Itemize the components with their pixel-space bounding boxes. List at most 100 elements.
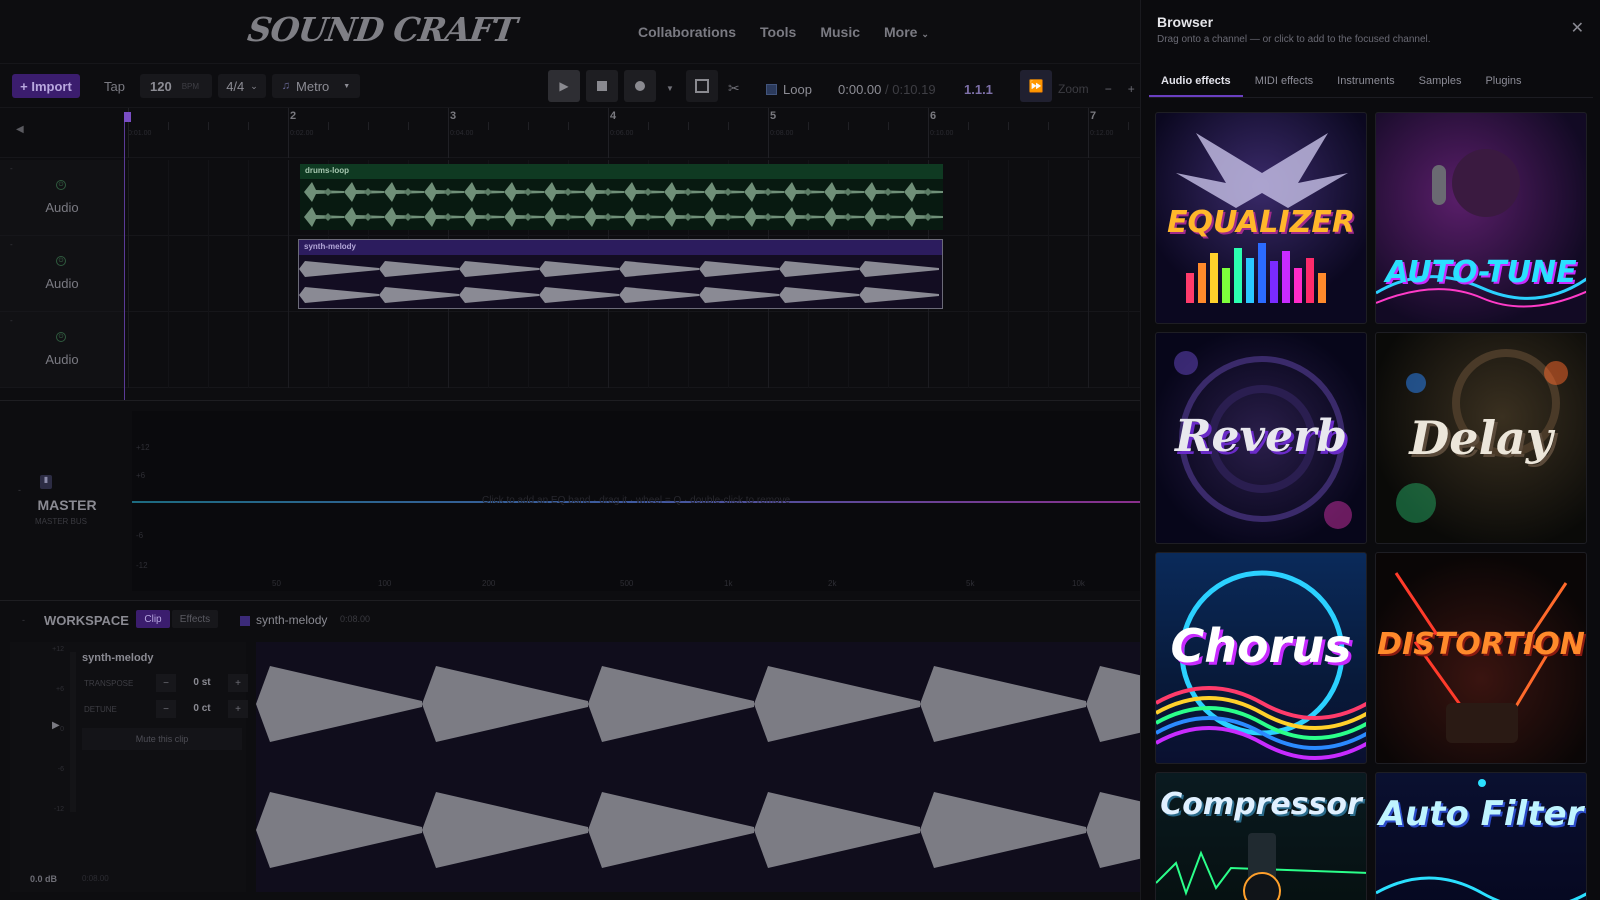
- detune-plus-button[interactable]: +: [228, 700, 248, 718]
- ruler-tick: [608, 108, 609, 158]
- import-button[interactable]: + Import: [12, 74, 80, 98]
- track-lane[interactable]: [124, 312, 1140, 388]
- clip-waveform-editor[interactable]: [256, 642, 1140, 892]
- lane-grid-line: [248, 160, 249, 388]
- volume-readout: 0.0 dB: [30, 874, 58, 884]
- clip-synth-melody[interactable]: synth-melody: [298, 239, 943, 309]
- time-signature-select[interactable]: 4/4 ⌄: [218, 74, 266, 98]
- ruler-tick: [568, 122, 569, 130]
- scissors-icon[interactable]: ✂: [728, 80, 740, 97]
- eq-graph[interactable]: +12 +6 -6 -12 50 100 200 500 1k 2k 5k 10…: [132, 411, 1140, 591]
- effect-card-chorus[interactable]: Chorus: [1155, 552, 1367, 764]
- waveform-shape: [364, 213, 372, 221]
- metronome-toggle[interactable]: ♫ Metro ▼: [272, 74, 360, 98]
- power-icon[interactable]: ⏻: [56, 332, 66, 342]
- waveform-shape: [404, 188, 412, 196]
- stop-button[interactable]: [586, 70, 618, 102]
- zoom-in-button[interactable]: +: [1128, 82, 1135, 96]
- tab-midi-effects[interactable]: MIDI effects: [1243, 68, 1325, 97]
- clip-inspector: +12 +6 0 -6 -12 ▶ synth-melody TRANSPOSE…: [10, 642, 248, 892]
- effect-card-auto-tune[interactable]: AUTO-TUNE: [1375, 112, 1587, 324]
- detune-value[interactable]: 0 ct: [178, 703, 226, 714]
- track-label: Audio: [45, 352, 79, 367]
- waveform-shape: [724, 213, 732, 221]
- collapse-dash[interactable]: -: [22, 615, 25, 625]
- tab-audio-effects[interactable]: Audio effects: [1149, 68, 1243, 97]
- ruler-tick: [968, 122, 969, 130]
- transpose-label: TRANSPOSE: [84, 679, 134, 688]
- track-header[interactable]: - ⏻ Audio: [0, 160, 124, 236]
- tap-tempo-button[interactable]: Tap: [104, 74, 125, 98]
- effect-card-reverb[interactable]: Reverb: [1155, 332, 1367, 544]
- transpose-plus-button[interactable]: +: [228, 674, 248, 692]
- track-header[interactable]: - ⏻ Audio: [0, 236, 124, 312]
- waveform-shape: [422, 792, 588, 868]
- tab-effects[interactable]: Effects: [172, 610, 218, 628]
- nav-music[interactable]: Music: [820, 24, 860, 40]
- app-logo[interactable]: SOUND CRAFT: [245, 10, 518, 49]
- collapse-left-icon[interactable]: ◀: [16, 124, 24, 135]
- tab-plugins[interactable]: Plugins: [1473, 68, 1533, 97]
- ruler-tick: [528, 122, 529, 130]
- waveform-shape: [379, 287, 459, 303]
- loop-toggle[interactable]: Loop: [766, 82, 812, 97]
- nav-collaborations[interactable]: Collaborations: [638, 24, 736, 40]
- waveform-shape: [444, 188, 452, 196]
- playhead-handle[interactable]: [124, 112, 131, 122]
- effect-card-equalizer[interactable]: EQUALIZER: [1155, 112, 1367, 324]
- close-icon[interactable]: ✕: [1571, 18, 1584, 38]
- transpose-value[interactable]: 0 st: [178, 677, 226, 688]
- tab-instruments[interactable]: Instruments: [1325, 68, 1406, 97]
- transpose-row: TRANSPOSE − 0 st +: [82, 672, 248, 698]
- waveform-shape: [644, 213, 652, 221]
- eq-db-label: -12: [136, 561, 148, 570]
- playhead-line[interactable]: [124, 112, 125, 400]
- power-icon[interactable]: ⏻: [56, 180, 66, 190]
- effect-card-compressor[interactable]: Compressor: [1155, 772, 1367, 900]
- time-total: / 0:10.19: [885, 82, 936, 97]
- eq-freq-label: 50: [272, 579, 281, 588]
- play-button[interactable]: ▶: [548, 70, 580, 102]
- waveform-shape: [256, 666, 422, 742]
- waveform-shape: [364, 188, 372, 196]
- workspace-title: WORKSPACE: [44, 613, 129, 628]
- nav-tools[interactable]: Tools: [760, 24, 796, 40]
- waveform-shape: [564, 213, 572, 221]
- ruler-tick: [648, 122, 649, 130]
- detune-row: DETUNE − 0 ct +: [82, 698, 248, 724]
- meter-db: +6: [56, 686, 64, 693]
- ruler-bar: 3: [450, 110, 457, 122]
- effect-card-auto-filter[interactable]: Auto Filter: [1375, 772, 1587, 900]
- level-meter: +12 +6 0 -6 -12: [34, 646, 74, 846]
- zoom-out-button[interactable]: −: [1105, 82, 1112, 96]
- record-options-caret-icon[interactable]: ▼: [666, 84, 674, 93]
- follow-playhead-button[interactable]: ⏩: [1020, 70, 1052, 102]
- waveform-shape: [920, 666, 1086, 742]
- select-tool-button[interactable]: [686, 70, 718, 102]
- tab-samples[interactable]: Samples: [1407, 68, 1474, 97]
- waveform-shape: [588, 666, 754, 742]
- time-signature-value: 4/4: [226, 78, 245, 94]
- bpm-field[interactable]: 120 BPM: [140, 74, 212, 98]
- waveform-shape: [804, 188, 812, 196]
- clip-title: drums-loop: [300, 164, 943, 179]
- record-button[interactable]: [624, 70, 656, 102]
- nav-more[interactable]: More ⌄: [884, 24, 929, 40]
- clip-color-swatch: [240, 616, 250, 626]
- detune-minus-button[interactable]: −: [156, 700, 176, 718]
- effect-card-delay[interactable]: Delay: [1375, 332, 1587, 544]
- track-header[interactable]: - ⏻ Audio: [0, 312, 124, 388]
- transpose-minus-button[interactable]: −: [156, 674, 176, 692]
- clip-drums-loop[interactable]: drums-loop: [300, 164, 943, 230]
- plugin-icon[interactable]: ▮: [40, 475, 52, 489]
- power-icon[interactable]: ⏻: [56, 256, 66, 266]
- waveform-shape: [924, 188, 932, 196]
- volume-slider-handle-icon[interactable]: ▶: [52, 720, 60, 731]
- waveform-shape: [644, 188, 652, 196]
- waveform-shape: [379, 261, 459, 277]
- mute-clip-button[interactable]: Mute this clip: [82, 728, 242, 750]
- tab-clip[interactable]: Clip: [136, 610, 170, 628]
- collapse-dash[interactable]: -: [18, 485, 21, 495]
- effect-card-distortion[interactable]: DISTORTION: [1375, 552, 1587, 764]
- timeline-ruler[interactable]: ◀ 2 3 4 5 6 7 0:01.00 0:02.00 0:04.00 0:…: [0, 108, 1140, 158]
